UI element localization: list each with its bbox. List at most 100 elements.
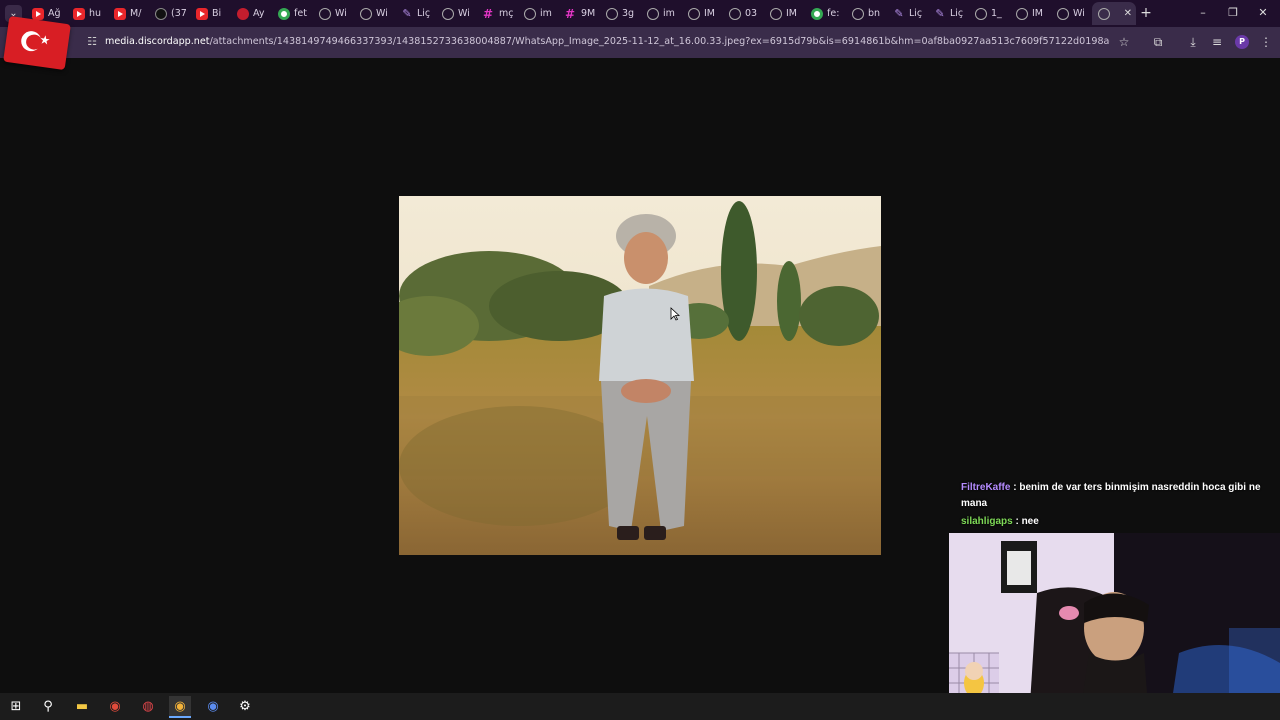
globe-icon <box>852 7 864 20</box>
globe-icon <box>606 7 618 20</box>
youtube-icon <box>196 7 208 20</box>
browser-tab[interactable]: ✎ Liç <box>887 2 928 25</box>
tab-title: im <box>540 8 552 19</box>
tab-title: im <box>663 8 675 19</box>
turkish-flag-overlay: ★ <box>3 15 71 71</box>
close-window-button[interactable]: ✕ <box>1251 4 1275 22</box>
file-explorer-icon[interactable]: ▬ <box>71 696 93 718</box>
photo-child-in-field <box>399 196 881 555</box>
youtube-icon <box>114 7 126 20</box>
windows-taskbar <box>0 693 1280 720</box>
tab-title: 1_ <box>991 8 1002 19</box>
tab-title: M/ <box>130 8 142 19</box>
browser-tab[interactable]: bn <box>846 2 887 25</box>
browser-tab[interactable]: im <box>641 2 682 25</box>
tab-title: 3g <box>622 8 635 19</box>
browser-tab[interactable]: ✎ Liç <box>928 2 969 25</box>
address-bar[interactable]: media.discordapp.net/attachments/1438149… <box>105 35 1110 49</box>
tab-title: IM <box>1032 8 1043 19</box>
pen-icon: ✎ <box>402 6 412 20</box>
minimize-button[interactable]: – <box>1191 4 1215 22</box>
globe-icon <box>442 7 454 20</box>
tab-title: mç <box>499 8 514 19</box>
profile-avatar[interactable]: P <box>1235 35 1249 49</box>
tab-title: 9M <box>581 8 596 19</box>
tab-title: fe: <box>827 8 840 19</box>
viewed-photo[interactable] <box>399 196 881 555</box>
google-icon <box>278 7 290 20</box>
restore-button[interactable]: ❐ <box>1221 4 1245 22</box>
settings-gear-icon[interactable]: ⚙ <box>234 696 256 718</box>
tab-title: Bi <box>212 8 222 19</box>
tab-title: Wi <box>376 8 388 19</box>
chat-username: FiltreKaffe <box>961 482 1011 493</box>
browser-tab[interactable]: Bi <box>190 2 231 25</box>
chat-text: : nee <box>1012 516 1039 527</box>
extensions-icon[interactable]: ⧉ <box>1148 33 1168 51</box>
obs-icon[interactable]: ◍ <box>137 696 159 718</box>
globe-icon <box>770 7 782 20</box>
mouse-cursor-icon <box>670 307 680 321</box>
browser-tab[interactable]: im <box>518 2 559 25</box>
browser-tab[interactable]: IM <box>764 2 805 25</box>
browser-tab[interactable]: #9M <box>559 2 600 25</box>
tab-title: hu <box>89 8 102 19</box>
globe-icon <box>1057 7 1069 20</box>
browser-tab[interactable]: (37 <box>149 2 190 25</box>
chrome-active-icon[interactable]: ◉ <box>169 696 191 718</box>
tab-title: Wi <box>458 8 470 19</box>
chat-username: silahligaps <box>961 516 1013 527</box>
browser-tab[interactable]: # mç <box>477 2 518 25</box>
browser-tab[interactable]: 1_ <box>969 2 1010 25</box>
browser-tab[interactable]: M/ <box>108 2 149 25</box>
new-tab-button[interactable]: + <box>1137 4 1155 22</box>
windows-start-icon[interactable]: ⊞ <box>5 696 27 718</box>
site-info-icon[interactable]: ☷ <box>84 34 100 50</box>
tab-title: Wi <box>1073 8 1085 19</box>
search-icon[interactable]: ⚲ <box>37 696 59 718</box>
browser-tab[interactable]: Wi <box>1051 2 1092 25</box>
globe-icon <box>647 7 659 20</box>
browser-tab[interactable]: IM <box>682 2 723 25</box>
media-controls-icon[interactable]: ≡ <box>1207 33 1227 51</box>
red-circle-icon <box>237 7 249 20</box>
browser-tab[interactable]: ✎ Liç <box>395 2 436 25</box>
browser-tab[interactable]: fe: <box>805 2 846 25</box>
browser-tab[interactable]: Wi <box>313 2 354 25</box>
pen-icon: ✎ <box>935 6 945 20</box>
browser-tab[interactable]: Wi <box>436 2 477 25</box>
download-icon[interactable]: ⤓ <box>1183 33 1203 51</box>
close-tab-icon[interactable]: ✕ <box>1124 8 1132 19</box>
tab-title: Wi <box>335 8 347 19</box>
browser-menu-icon[interactable]: ⋮ <box>1256 33 1276 51</box>
tab-title: fet <box>294 8 307 19</box>
globe-icon <box>688 7 700 20</box>
tab-title: Ay <box>253 8 265 19</box>
bookmark-star-icon[interactable]: ☆ <box>1114 33 1134 51</box>
tab-title: Ağ <box>48 8 61 19</box>
browser-tab[interactable]: fet <box>272 2 313 25</box>
google-icon <box>811 7 823 20</box>
url-domain: media.discordapp.net <box>105 36 210 47</box>
globe-icon <box>524 7 536 20</box>
browser-tab[interactable]: 03 <box>723 2 764 25</box>
tab-title: IM <box>704 8 715 19</box>
chrome-profile-icon[interactable]: ◉ <box>202 696 224 718</box>
browser-tab[interactable]: IM <box>1010 2 1051 25</box>
globe-icon <box>729 7 741 20</box>
browser-tab[interactable]: hu <box>67 2 108 25</box>
tab-title: IM <box>786 8 797 19</box>
tab-title: Liç <box>909 8 923 19</box>
globe-icon <box>319 7 331 20</box>
browser-tab[interactable]: 3g <box>600 2 641 25</box>
hash-icon: # <box>565 6 576 21</box>
tab-title: Liç <box>417 8 431 19</box>
youtube-icon <box>32 7 44 20</box>
chrome-icon[interactable]: ◉ <box>104 696 126 718</box>
tab-title: Liç <box>950 8 964 19</box>
tab-title: 03 <box>745 8 758 19</box>
globe-icon <box>1098 7 1110 20</box>
active-browser-tab[interactable]: ✕ <box>1092 2 1136 25</box>
browser-tab[interactable]: Wi <box>354 2 395 25</box>
browser-tab[interactable]: Ay <box>231 2 272 25</box>
